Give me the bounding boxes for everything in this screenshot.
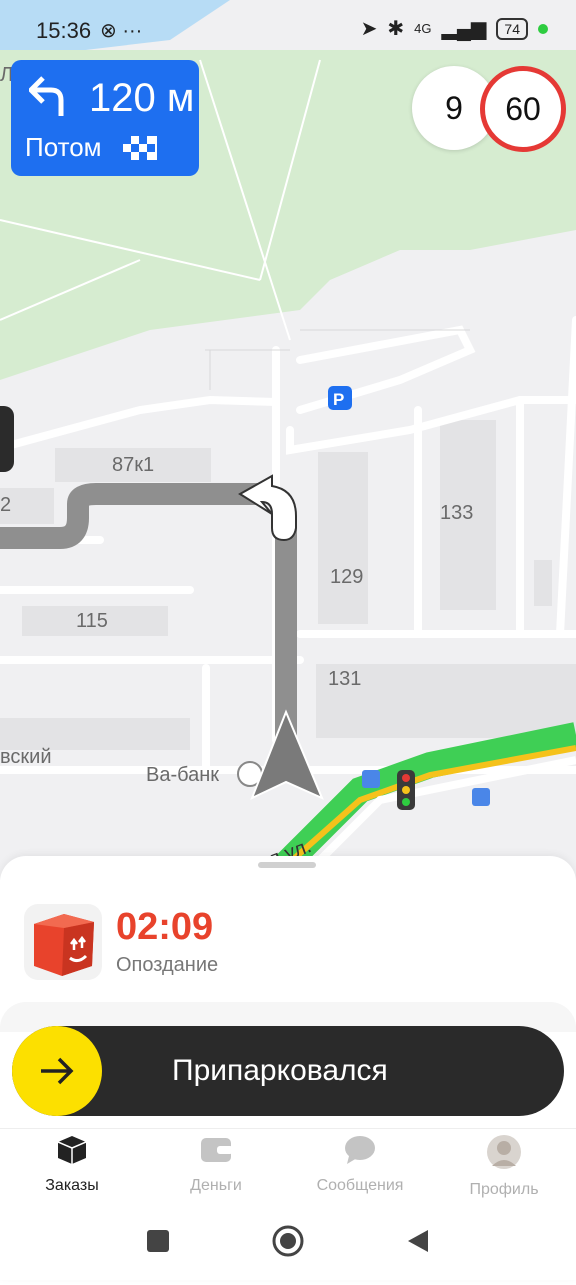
box-icon: [57, 1136, 87, 1164]
status-time: 15:36: [36, 18, 92, 43]
map-label-shop: Ва-банк: [146, 764, 220, 786]
map-label-street: вский: [0, 746, 52, 768]
tab-orders[interactable]: Заказы: [12, 1134, 132, 1195]
avatar: [487, 1135, 521, 1169]
wallet-icon: [201, 1138, 233, 1162]
maneuver-then-label: Потом: [25, 132, 102, 162]
tab-money-label: Деньги: [190, 1177, 242, 1194]
order-status: Опоздание: [116, 954, 219, 976]
arrow-right-icon: [41, 1057, 74, 1085]
status-bar: 15:36 ⊗ ··· ➤ ✱ 4G ▂▄▆ 74: [0, 0, 576, 62]
system-nav-bar: [0, 1208, 576, 1280]
map-label-129: 129: [330, 566, 364, 588]
map-label-133: 133: [440, 502, 474, 524]
order-timer: 02:09: [116, 906, 214, 948]
side-panel-button[interactable]: [0, 406, 14, 472]
location-icon: ➤: [360, 18, 378, 40]
chat-icon: [345, 1136, 375, 1164]
privacy-dot-icon: [538, 23, 548, 34]
speed-limit-sign: 60: [480, 66, 566, 152]
network-icon: 4G: [414, 21, 432, 36]
order-box-icon: [24, 904, 102, 980]
back-icon[interactable]: [408, 1230, 428, 1252]
tab-money[interactable]: Деньги: [156, 1134, 276, 1195]
svg-text:P: P: [333, 390, 344, 409]
recents-icon[interactable]: [147, 1230, 169, 1252]
tab-messages[interactable]: Сообщения: [300, 1134, 420, 1195]
slider-knob[interactable]: [12, 1026, 102, 1116]
battery-icon: 74: [496, 17, 528, 40]
tab-orders-label: Заказы: [45, 1177, 99, 1194]
tab-profile-label: Профиль: [469, 1181, 539, 1198]
sheet-handle[interactable]: [258, 862, 316, 868]
tab-messages-label: Сообщения: [316, 1177, 404, 1194]
signal-icon: ▂▄▆: [441, 18, 487, 40]
parked-label: Припарковался: [172, 1054, 388, 1087]
status-right-icons: ➤ ✱ 4G ▂▄▆ 74: [361, 16, 548, 41]
map-label-87k1: 87к1: [112, 454, 155, 476]
tab-profile[interactable]: Профиль: [444, 1134, 564, 1199]
maneuver-distance: 120 м: [89, 76, 195, 120]
map-label-edge: 2: [0, 494, 12, 516]
maneuver-card[interactable]: 120 м Потом: [11, 60, 199, 176]
bluetooth-icon: ✱: [387, 18, 405, 40]
map-label-115: 115: [76, 610, 108, 632]
map-label-131: 131: [328, 668, 362, 690]
parked-slider-button[interactable]: Припарковался: [12, 1026, 564, 1116]
status-left-icons: ⊗ ···: [100, 20, 143, 42]
finish-flag-icon: [123, 136, 157, 160]
turn-left-icon: [29, 76, 64, 116]
